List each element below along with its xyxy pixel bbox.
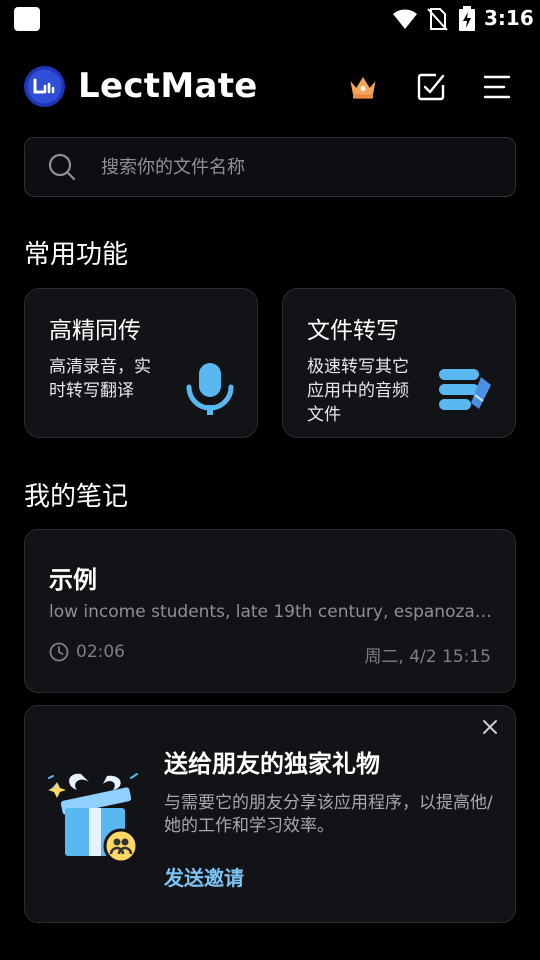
feature-desc-line: 时转写翻译 xyxy=(49,381,134,401)
status-time: 3:16 xyxy=(484,6,534,30)
menu-icon[interactable] xyxy=(482,72,512,102)
microphone-icon xyxy=(186,363,234,415)
feature-desc-line: 应用中的音频 xyxy=(307,381,409,401)
notes-section-title: 我的笔记 xyxy=(24,482,129,512)
note-duration: 02:06 xyxy=(76,642,125,662)
check-box-icon[interactable] xyxy=(416,72,446,102)
feature-desc: 极速转写其它 应用中的音频 文件 xyxy=(307,355,409,427)
close-icon[interactable] xyxy=(481,718,499,736)
feature-desc-line: 文件 xyxy=(307,405,341,425)
no-sim-icon xyxy=(427,8,448,31)
search-input[interactable] xyxy=(101,138,501,196)
app-logo xyxy=(24,66,65,107)
crown-premium-icon[interactable] xyxy=(348,72,378,102)
note-snippet: low income students, late 19th century, … xyxy=(49,602,495,622)
search-bar[interactable] xyxy=(24,137,516,197)
feature-title: 文件转写 xyxy=(307,318,399,344)
app-title: LectMate xyxy=(78,66,258,106)
note-title: 示例 xyxy=(49,566,97,594)
invite-desc: 与需要它的朋友分享该应用程序，以提高他/她的工作和学习效率。 xyxy=(164,793,493,836)
invite-title: 送给朋友的独家礼物 xyxy=(164,750,380,778)
gift-icon xyxy=(48,773,139,864)
status-bar: 3:16 xyxy=(0,0,540,36)
feature-desc-line: 高清录音，实 xyxy=(49,357,151,377)
feature-desc-line: 极速转写其它 xyxy=(307,357,409,377)
note-date: 周二, 4/2 15:15 xyxy=(364,647,491,667)
clock-icon xyxy=(49,642,69,662)
feature-card-simultaneous[interactable]: 高精同传 高清录音，实 时转写翻译 xyxy=(24,288,258,438)
battery-charging-icon xyxy=(459,6,475,31)
feature-card-transcribe[interactable]: 文件转写 极速转写其它 应用中的音频 文件 xyxy=(282,288,516,438)
document-edit-icon xyxy=(439,369,491,410)
app-bar: LectMate xyxy=(0,60,540,116)
search-icon xyxy=(48,153,76,181)
wifi-icon xyxy=(393,9,417,29)
send-invite-link[interactable]: 发送邀请 xyxy=(164,862,244,891)
features-section-title: 常用功能 xyxy=(24,240,129,270)
feature-desc: 高清录音，实 时转写翻译 xyxy=(49,355,151,403)
invite-card: 送给朋友的独家礼物 与需要它的朋友分享该应用程序，以提高他/她的工作和学习效率。… xyxy=(24,705,516,923)
note-card[interactable]: 示例 low income students, late 19th centur… xyxy=(24,529,516,693)
app-notification-icon xyxy=(14,7,40,31)
feature-title: 高精同传 xyxy=(49,318,141,344)
